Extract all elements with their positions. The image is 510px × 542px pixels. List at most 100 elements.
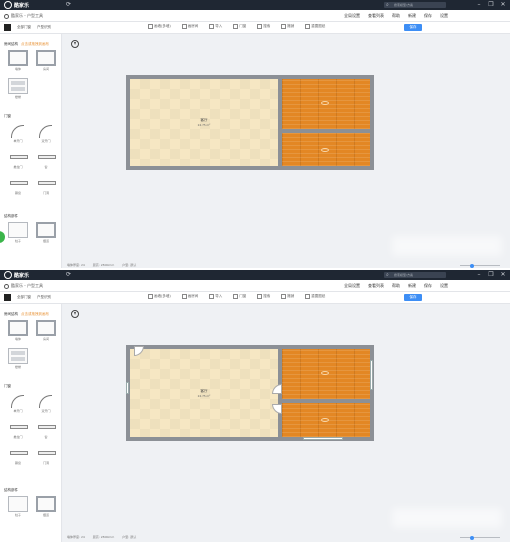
tile-stairs[interactable]: 楼梯	[8, 348, 28, 369]
import-icon	[209, 294, 215, 299]
tool-all-doors[interactable]: 全部门窗	[17, 295, 31, 300]
reset-icon	[305, 294, 311, 299]
design-canvas[interactable]: 客厅 24.75 m² 墙体厚度: 24 层高: 2800mm 户型: 默认	[63, 304, 510, 542]
refresh-icon[interactable]: ⟳	[66, 271, 71, 278]
menu-global-settings[interactable]: 全局设置	[344, 283, 360, 289]
component-sidebar: 房间结构 点击或拖拽到画布 墙体 房间 楼梯 门窗 单开门 双开门 推拉门 窗 飘…	[0, 304, 62, 542]
menu-global-settings[interactable]: 全局设置	[344, 13, 360, 19]
living-room-area: 24.75 m²	[197, 123, 211, 127]
tile-single-door[interactable]: 单开门	[8, 392, 28, 413]
section-components-title: 结构部件	[4, 214, 18, 218]
search-input[interactable]: ⌕ 搜索模型/方案	[384, 2, 446, 8]
minimize-icon[interactable]: –	[476, 271, 482, 278]
search-input[interactable]: ⌕ 搜索模型/方案	[384, 272, 446, 278]
tool-all-doors[interactable]: 全部门窗	[17, 25, 31, 30]
menu-settings[interactable]: 设置	[440, 283, 448, 289]
wall-icon	[148, 294, 153, 299]
tile-bay-window[interactable]: 飘窗	[8, 174, 28, 195]
status-height: 层高: 2800mm	[92, 535, 115, 539]
tile-doorway[interactable]: 门洞	[36, 444, 56, 465]
compass-icon[interactable]	[71, 40, 79, 48]
project-name: 酷家乐 - 户型工具	[11, 283, 43, 288]
tool-undo[interactable]: 撤销	[281, 24, 294, 29]
tile-flue[interactable]: 烟道	[36, 222, 56, 243]
close-icon[interactable]: ✕	[500, 1, 506, 8]
bedroom-1-window[interactable]	[370, 360, 373, 390]
restore-icon[interactable]: ❐	[488, 271, 494, 278]
feedback-tab[interactable]	[0, 231, 5, 243]
tool-recognize[interactable]: 户型识别	[37, 295, 51, 300]
project-tab[interactable]: 酷家乐 - 户型工具	[4, 13, 43, 19]
zoom-slider[interactable]	[460, 535, 500, 540]
tool-reset[interactable]: 重置图纸	[305, 294, 325, 299]
menu-bar: 酷家乐 - 户型工具 全局设置 查看列表 帮助 新建 保存 设置	[0, 10, 510, 22]
status-wall: 墙体厚度: 24	[67, 535, 85, 539]
tile-wall[interactable]: 墙体	[8, 50, 28, 71]
tile-bay-window[interactable]: 飘窗	[8, 444, 28, 465]
tool-doors[interactable]: 门窗	[233, 294, 246, 299]
title-bar: 酷家乐 ⟳ ⌕ 搜索模型/方案 – ❐ ✕	[0, 270, 510, 280]
tile-double-door[interactable]: 双开门	[36, 392, 56, 413]
tile-column[interactable]: 柱子	[8, 222, 28, 243]
refresh-icon[interactable]: ⟳	[66, 1, 71, 8]
menu-help[interactable]: 帮助	[392, 283, 400, 289]
color-swatch[interactable]	[4, 24, 11, 31]
tile-window[interactable]: 窗	[36, 418, 56, 439]
tool-draw-room[interactable]: 画房间	[181, 24, 198, 29]
tool-import[interactable]: 导入	[209, 24, 222, 29]
tile-wall[interactable]: 墙体	[8, 320, 28, 341]
tool-import[interactable]: 导入	[209, 294, 222, 299]
section-rooms-title: 房间结构 点击或拖拽到画布	[4, 312, 49, 316]
bedroom-2-window[interactable]	[303, 437, 343, 440]
reset-icon	[305, 24, 311, 29]
tile-single-door[interactable]: 单开门	[8, 122, 28, 143]
tool-reset[interactable]: 重置图纸	[305, 24, 325, 29]
app-logo: 酷家乐	[4, 271, 29, 279]
compass-icon[interactable]	[71, 310, 79, 318]
menu-save[interactable]: 保存	[424, 283, 432, 289]
tool-search[interactable]: 搜索	[257, 294, 270, 299]
menu-new[interactable]: 新建	[408, 283, 416, 289]
bedroom-2-label	[321, 148, 329, 152]
status-plan: 户型: 默认	[122, 263, 137, 267]
tool-doors[interactable]: 门窗	[233, 24, 246, 29]
close-icon[interactable]: ✕	[500, 271, 506, 278]
app-window-before: 酷家乐 ⟳ ⌕ 搜索模型/方案 – ❐ ✕ 酷家乐 - 户型工具 全局设置 查看…	[0, 0, 510, 270]
tool-search[interactable]: 搜索	[257, 24, 270, 29]
tile-sliding-door[interactable]: 推拉门	[8, 148, 28, 169]
tile-stairs[interactable]: 楼梯	[8, 78, 28, 99]
menu-save[interactable]: 保存	[424, 13, 432, 19]
tile-sliding-door[interactable]: 推拉门	[8, 418, 28, 439]
tile-doorway[interactable]: 门洞	[36, 174, 56, 195]
color-swatch[interactable]	[4, 294, 11, 301]
restore-icon[interactable]: ❐	[488, 1, 494, 8]
menu-view-list[interactable]: 查看列表	[368, 13, 384, 19]
brand-name: 酷家乐	[14, 2, 30, 9]
design-canvas[interactable]: 客厅 24.75 m² 墙体厚度: 24 层高: 2800mm 户型: 默认	[63, 34, 510, 270]
project-tab[interactable]: 酷家乐 - 户型工具	[4, 283, 43, 289]
tile-room[interactable]: 房间	[36, 50, 56, 71]
minimize-icon[interactable]: –	[476, 1, 482, 8]
save-button[interactable]: 保存	[404, 24, 422, 31]
status-plan: 户型: 默认	[122, 535, 137, 539]
tool-undo[interactable]: 撤销	[281, 294, 294, 299]
tile-window[interactable]: 窗	[36, 148, 56, 169]
menu-settings[interactable]: 设置	[440, 13, 448, 19]
search-placeholder: 搜索模型/方案	[394, 273, 414, 277]
tile-room[interactable]: 房间	[36, 320, 56, 341]
tool-draw-room[interactable]: 画房间	[181, 294, 198, 299]
tool-draw-wall[interactable]: 画墙(多墙)	[148, 294, 171, 299]
menu-help[interactable]: 帮助	[392, 13, 400, 19]
tool-recognize[interactable]: 户型识别	[37, 25, 51, 30]
tile-column[interactable]: 柱子	[8, 496, 28, 517]
tile-double-door[interactable]: 双开门	[36, 122, 56, 143]
living-window[interactable]	[126, 382, 129, 394]
tile-flue[interactable]: 烟道	[36, 496, 56, 517]
save-button[interactable]: 保存	[404, 294, 422, 301]
zoom-slider[interactable]	[460, 263, 500, 268]
status-bar: 墙体厚度: 24 层高: 2800mm 户型: 默认	[67, 535, 136, 539]
menu-new[interactable]: 新建	[408, 13, 416, 19]
tool-draw-wall[interactable]: 画墙(多墙)	[148, 24, 171, 29]
toolbar-left: 全部门窗 户型识别	[4, 294, 51, 301]
menu-view-list[interactable]: 查看列表	[368, 283, 384, 289]
